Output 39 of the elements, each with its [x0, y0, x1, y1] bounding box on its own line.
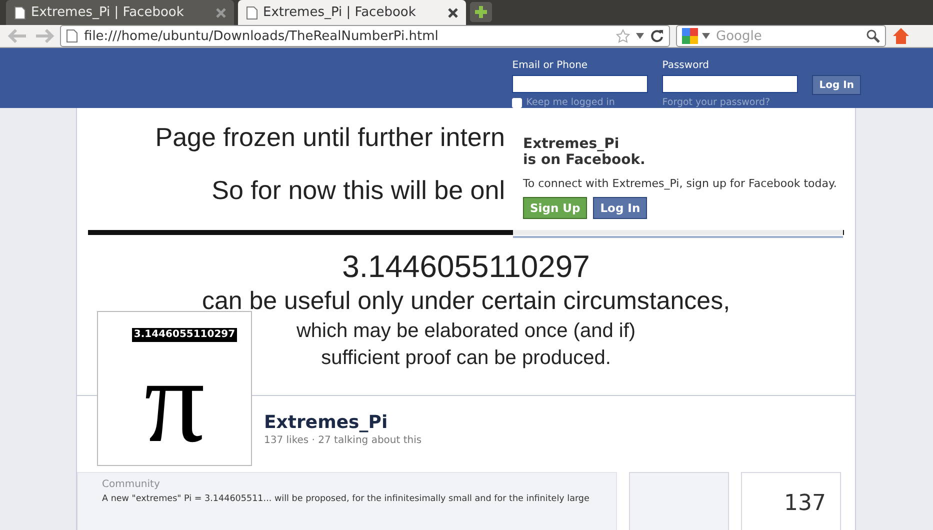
search-icon[interactable] — [866, 29, 880, 43]
home-icon[interactable] — [892, 27, 910, 45]
password-label: Password — [662, 60, 710, 71]
star-icon[interactable] — [616, 29, 630, 43]
cover-text: can be useful only under certain circumstances, — [202, 287, 730, 316]
password-field[interactable] — [662, 75, 798, 93]
signup-button[interactable]: Sign Up — [523, 197, 588, 219]
browser-tab[interactable]: Extremes_Pi | Facebook — [6, 0, 234, 25]
popup-title: is on Facebook. — [523, 152, 646, 168]
cover-note: sufficient proof can be produced. — [321, 347, 611, 370]
cover-text: So for now this will be onl — [210, 175, 505, 206]
new-tab-icon[interactable] — [470, 2, 492, 22]
email-field[interactable] — [512, 75, 648, 93]
login-button[interactable]: Log In — [812, 75, 861, 95]
keep-logged-in-checkbox[interactable]: Keep me logged in — [512, 97, 648, 108]
browser-tab[interactable]: Extremes_Pi | Facebook — [238, 0, 466, 25]
email-label: Email or Phone — [512, 60, 589, 71]
caret-icon[interactable] — [702, 33, 710, 39]
cover-number: 3.1446055110297 — [342, 249, 590, 285]
search-bar[interactable]: Google — [676, 25, 886, 47]
category-label: Community — [102, 479, 161, 490]
pi-logo: π — [144, 342, 205, 460]
cover-note: which may be elaborated once (and if) — [296, 320, 636, 343]
login-button[interactable]: Log In — [593, 197, 648, 219]
about-text: A new "extremes" Pi = 3.144605511... will be proposed, for the infinitesimally small and for the infinitely large — [102, 493, 590, 506]
address-bar[interactable]: file:///home/ubuntu/Downloads/TheRealNumberPi.html — [60, 25, 670, 47]
popup-title: Extremes_Pi — [523, 136, 620, 152]
caret-icon[interactable] — [636, 33, 644, 39]
close-icon[interactable] — [448, 8, 458, 18]
logo-number: 3.1446055110297 — [132, 328, 238, 342]
page-icon — [246, 6, 258, 20]
forgot-password-link[interactable]: Forgot your password? — [662, 97, 798, 108]
page-icon — [66, 29, 78, 43]
page-name[interactable]: Extremes_Pi — [264, 412, 855, 433]
page-stats: 137 likes · 27 talking about this — [264, 435, 423, 446]
likes-count: 137 — [784, 491, 826, 518]
cover-text: Page frozen until further intern — [154, 122, 505, 153]
page-icon — [14, 6, 26, 20]
reload-icon[interactable] — [650, 29, 664, 43]
